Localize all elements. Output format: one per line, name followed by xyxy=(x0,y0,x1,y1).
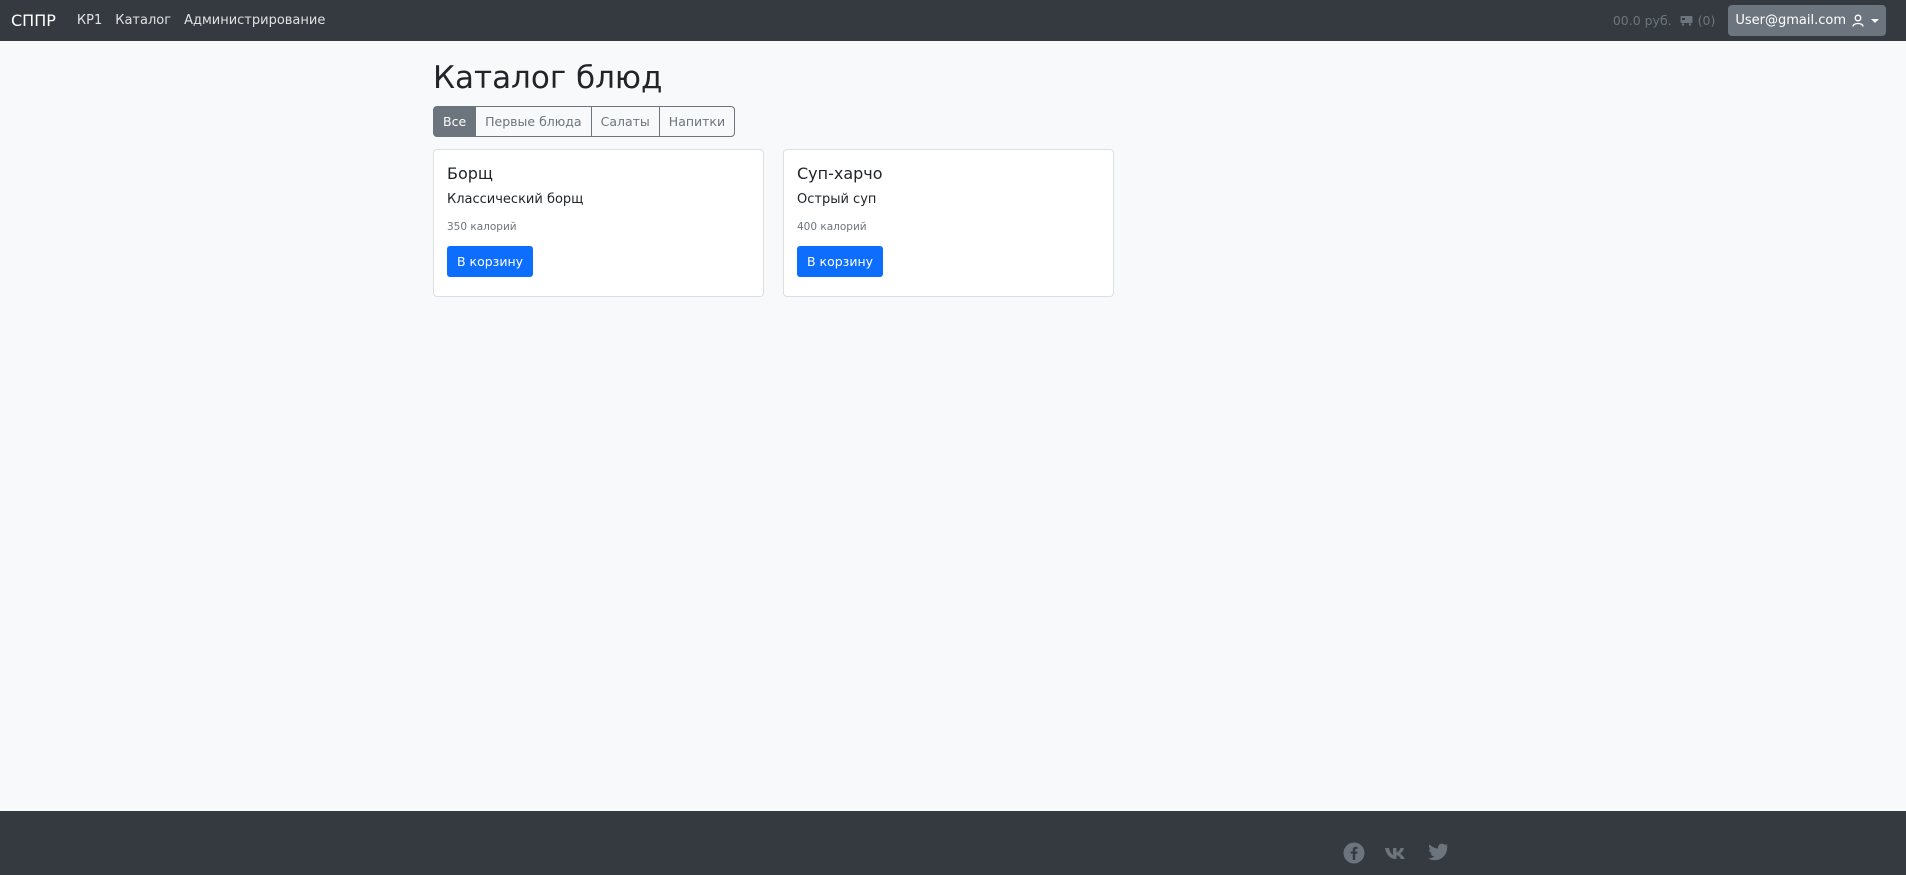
filter-all-button[interactable]: Все xyxy=(433,106,477,137)
dish-card: Суп-харчо Острый суп 400 калорий В корзи… xyxy=(783,149,1114,297)
dish-calories: 350 калорий xyxy=(447,221,517,234)
twitter-icon[interactable] xyxy=(1427,842,1449,864)
dish-card-list: Борщ Классический борщ 350 калорий В кор… xyxy=(433,149,1473,297)
vk-icon[interactable] xyxy=(1384,842,1408,864)
cart-icon xyxy=(1680,15,1693,26)
page-footer xyxy=(0,811,1906,875)
user-email: User@gmail.com xyxy=(1735,13,1846,28)
nav-link-kr1[interactable]: КР1 xyxy=(77,13,102,28)
page-title: Каталог блюд xyxy=(433,60,663,96)
user-icon xyxy=(1852,14,1864,27)
cart-count: (0) xyxy=(1697,13,1716,28)
dish-description: Острый суп xyxy=(797,192,877,208)
dish-title: Суп-харчо xyxy=(797,164,883,183)
dish-description: Классический борщ xyxy=(447,192,584,208)
filter-first-courses-button[interactable]: Первые блюда xyxy=(475,106,592,137)
dish-title: Борщ xyxy=(447,164,493,183)
user-dropdown-button[interactable]: User@gmail.com xyxy=(1728,5,1886,36)
dish-card: Борщ Классический борщ 350 калорий В кор… xyxy=(433,149,764,297)
add-to-cart-button[interactable]: В корзину xyxy=(797,246,884,278)
brand-link[interactable]: СППР xyxy=(11,11,56,30)
filter-salads-button[interactable]: Салаты xyxy=(590,106,660,137)
navbar-right: 00.0 руб. (0) User@gmail.com xyxy=(1613,0,1886,41)
nav-link-catalog[interactable]: Каталог xyxy=(115,13,171,28)
cart-link[interactable]: 00.0 руб. (0) xyxy=(1613,13,1716,28)
filter-drinks-button[interactable]: Напитки xyxy=(658,106,736,137)
cart-total: 00.0 руб. xyxy=(1612,13,1672,28)
chevron-down-icon xyxy=(1871,18,1879,23)
main-content: Каталог блюд Все Первые блюда Салаты Нап… xyxy=(433,41,1473,297)
social-links xyxy=(1343,842,1468,864)
add-to-cart-button[interactable]: В корзину xyxy=(447,246,534,278)
facebook-icon[interactable] xyxy=(1343,842,1365,864)
top-navbar: СППР КР1 Каталог Администрирование 00.0 … xyxy=(0,0,1906,41)
nav-link-admin[interactable]: Администрирование xyxy=(184,13,325,28)
category-filter-group: Все Первые блюда Салаты Напитки xyxy=(433,106,1473,137)
dish-calories: 400 калорий xyxy=(797,221,867,234)
